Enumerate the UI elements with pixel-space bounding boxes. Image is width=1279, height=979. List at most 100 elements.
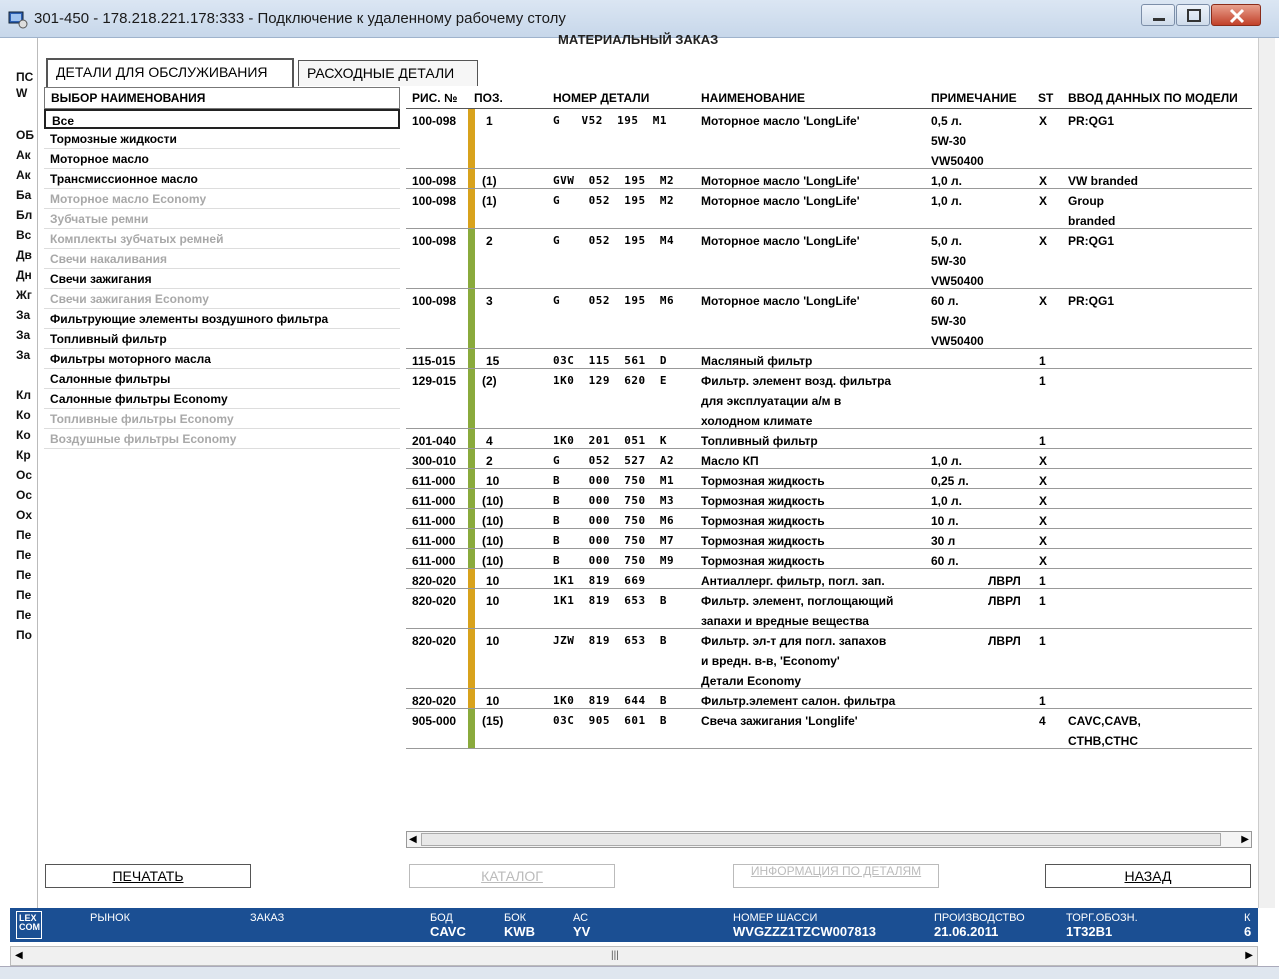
scroll-right-icon[interactable]: ▶	[1241, 834, 1249, 845]
cell-pos: 10	[486, 634, 500, 648]
table-row[interactable]: 820-020 10 1K1 819 669 Антиаллерг. фильтр, …	[406, 569, 1252, 589]
table-horizontal-scrollbar[interactable]: ◀ ▶	[406, 831, 1252, 848]
category-item[interactable]: Комплекты зубчатых ремней	[44, 229, 400, 249]
category-item[interactable]: Фильтры моторного масла	[44, 349, 400, 369]
tab-consumables[interactable]: РАСХОДНЫЕ ДЕТАЛИ	[298, 60, 478, 86]
bottom-horizontal-scrollbar[interactable]: ◀ ||| ▶	[10, 946, 1258, 966]
table-row[interactable]: 820-020 10 1K1 819 653 B Фильтр. элемент, п…	[406, 589, 1252, 629]
cell-part-number: GVW 052 195 M2	[553, 174, 675, 187]
table-row[interactable]: 201-040 4 1K0 201 051 K Топливный фильтр 1	[406, 429, 1252, 449]
category-item[interactable]: Салонные фильтры	[44, 369, 400, 389]
category-item[interactable]: Топливные фильтры Economy	[44, 409, 400, 429]
cell-st: 1	[1039, 354, 1046, 368]
availability-bar	[468, 549, 475, 568]
cell-fig: 611-000	[412, 474, 456, 488]
category-item[interactable]: Салонные фильтры Economy	[44, 389, 400, 409]
background-list-item: ПС	[16, 70, 34, 84]
col-header-name[interactable]: НАИМЕНОВАНИЕ	[701, 91, 805, 105]
category-item[interactable]: Моторное масло	[44, 149, 400, 169]
table-row[interactable]: 905-000 (15) 03C 905 601 B Свеча зажигания …	[406, 709, 1252, 749]
back-button[interactable]: НАЗАД	[1045, 864, 1251, 888]
cell-note: 10 л.	[931, 514, 959, 528]
cell-part-number: B 000 750 M6	[553, 514, 675, 527]
category-item[interactable]: Трансмиссионное масло	[44, 169, 400, 189]
table-row[interactable]: 100-098 (1) GVW 052 195 M2 Моторное масло '…	[406, 169, 1252, 189]
table-row[interactable]: 611-000 (10) B 000 750 M9 Тормозная жидкост…	[406, 549, 1252, 569]
cell-fig: 611-000	[412, 494, 456, 508]
category-item[interactable]: Свечи зажигания	[44, 269, 400, 289]
cell-fig: 820-020	[412, 694, 457, 708]
category-item[interactable]: Все	[44, 109, 400, 129]
cell-part-number: G V52 195 M1	[553, 114, 667, 127]
table-row[interactable]: 100-098 (1) G 052 195 M2 Моторное масло 'Lo…	[406, 189, 1252, 229]
category-item[interactable]: Фильтрующие элементы воздушного фильтра	[44, 309, 400, 329]
category-item[interactable]: Тормозные жидкости	[44, 129, 400, 149]
cell-fig: 100-098	[412, 194, 457, 208]
cell-fig: 100-098	[412, 174, 457, 188]
table-row[interactable]: 611-000 (10) B 000 750 M3 Тормозная жидкост…	[406, 489, 1252, 509]
lexcom-logo: LEX COM	[16, 911, 42, 939]
category-item[interactable]: Топливный фильтр	[44, 329, 400, 349]
cell-fig: 100-098	[412, 114, 457, 128]
col-header-fig[interactable]: РИС. №	[412, 91, 457, 105]
availability-bar	[468, 369, 475, 428]
table-row[interactable]: 100-098 3 G 052 195 M6 Моторное масло 'Long…	[406, 289, 1252, 349]
table-row[interactable]: 611-000 (10) B 000 750 M6 Тормозная жидкост…	[406, 509, 1252, 529]
background-list-item: Ко	[16, 428, 31, 442]
cell-pos: 3	[486, 294, 493, 308]
cell-model: PR:QG1	[1068, 114, 1115, 128]
maximize-button[interactable]	[1176, 4, 1210, 26]
col-header-note[interactable]: ПРИМЕЧАНИЕ	[931, 91, 1017, 105]
scroll-thumb[interactable]	[421, 833, 1221, 846]
category-item[interactable]: Зубчатые ремни	[44, 209, 400, 229]
close-button[interactable]	[1211, 4, 1261, 26]
status-label-order: ЗАКАЗ	[250, 912, 285, 924]
table-row[interactable]: 300-010 2 G 052 527 A2 Масло КП 1,0 л. X	[406, 449, 1252, 469]
table-row[interactable]: 611-000 10 B 000 750 M1 Тормозная жидкость 0…	[406, 469, 1252, 489]
availability-bar	[468, 109, 475, 168]
table-row[interactable]: 129-015 (2) 1K0 129 620 E Фильтр. элемент в…	[406, 369, 1252, 429]
category-item[interactable]: Свечи накаливания	[44, 249, 400, 269]
outer-vertical-scrollbar[interactable]	[1258, 38, 1275, 908]
table-row[interactable]: 115-015 15 03C 115 561 D Масляный фильтр 1	[406, 349, 1252, 369]
cell-part-number: B 000 750 M9	[553, 554, 675, 567]
col-header-part[interactable]: НОМЕР ДЕТАЛИ	[553, 91, 649, 105]
background-list-item: Вс	[16, 228, 32, 242]
cell-pos: (15)	[482, 714, 504, 728]
category-item[interactable]: Свечи зажигания Economy	[44, 289, 400, 309]
print-button[interactable]: ПЕЧАТАТЬ	[45, 864, 251, 888]
background-app-strip: ПС W ОБ Ак Ак Ба Бл Вс Дв Дн Жг За За За Кл Ко Ко Кр Ос Ос О…	[10, 38, 38, 908]
scroll-left-icon[interactable]: ◀	[15, 950, 23, 961]
cell-part-number: 1K1 819 669	[553, 574, 646, 587]
category-item[interactable]: Воздушные фильтры Economy	[44, 429, 400, 449]
cell-st: X	[1039, 454, 1048, 468]
availability-bar	[468, 289, 475, 348]
col-header-pos[interactable]: ПОЗ.	[474, 91, 503, 105]
background-list-item: Кл	[16, 388, 31, 402]
col-header-model[interactable]: ВВОД ДАННЫХ ПО МОДЕЛИ	[1068, 91, 1238, 105]
status-value-bok: KWB	[504, 924, 536, 939]
table-row[interactable]: 100-098 2 G 052 195 M4 Моторное масло 'Long…	[406, 229, 1252, 289]
tab-service-parts[interactable]: ДЕТАЛИ ДЛЯ ОБСЛУЖИВАНИЯ	[46, 58, 294, 88]
scroll-left-icon[interactable]: ◀	[409, 834, 417, 845]
col-header-st[interactable]: ST	[1038, 91, 1053, 105]
table-row[interactable]: 100-098 1 G V52 195 M1 Моторное масло 'Long…	[406, 109, 1252, 169]
cell-pos: 10	[486, 574, 500, 588]
parts-info-button[interactable]: ИНФОРМАЦИЯ ПО ДЕТАЛЯМ	[733, 864, 939, 888]
catalog-button[interactable]: КАТАЛОГ	[409, 864, 615, 888]
cell-part-number: 1K1 819 653 B	[553, 594, 667, 607]
category-item[interactable]: Моторное масло Economy	[44, 189, 400, 209]
scroll-right-icon[interactable]: ▶	[1245, 950, 1253, 961]
cell-name: Моторное масло 'LongLife'	[701, 194, 860, 208]
cell-note: 30 л	[931, 534, 956, 548]
cell-note: 60 л.	[931, 554, 959, 568]
table-row[interactable]: 611-000 (10) B 000 750 M7 Тормозная жидкост…	[406, 529, 1252, 549]
minimize-button[interactable]	[1141, 4, 1175, 26]
scroll-grip-icon[interactable]: |||	[611, 950, 619, 961]
cell-pos: 2	[486, 454, 493, 468]
cell-pos: 1	[486, 114, 493, 128]
table-row[interactable]: 820-020 10 JZW 819 653 B Фильтр. эл-т для п…	[406, 629, 1252, 689]
availability-bar	[468, 349, 475, 368]
cell-note: 0,5 л. 5W-30 VW50400	[931, 114, 984, 168]
table-row[interactable]: 820-020 10 1K0 819 644 B Фильтр.элемент сал…	[406, 689, 1252, 709]
